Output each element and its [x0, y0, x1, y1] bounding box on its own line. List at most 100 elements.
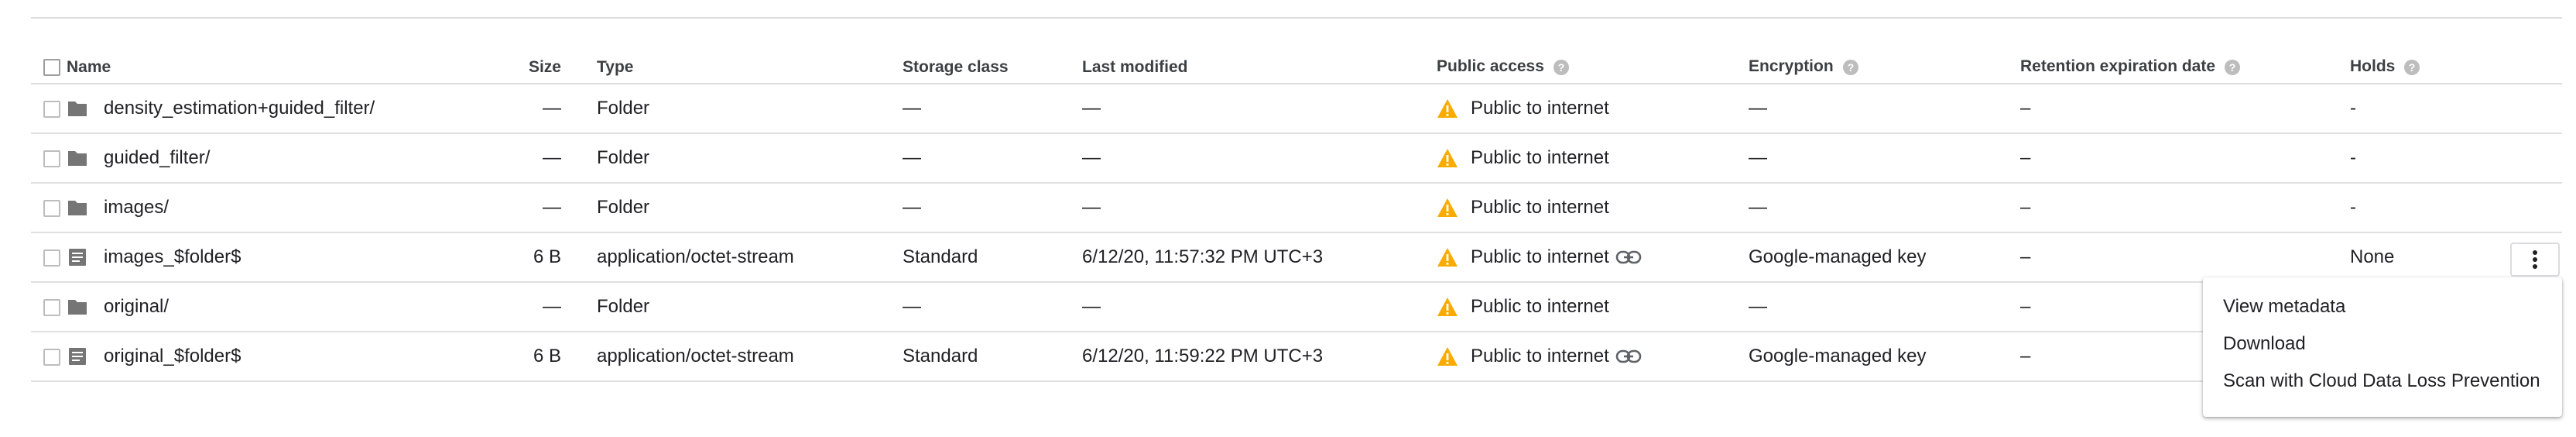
- row-checkbox-cell: [31, 84, 67, 133]
- public-access-cell: Public to internet: [1437, 183, 1749, 232]
- column-header-storage-class[interactable]: Storage class: [903, 51, 1082, 84]
- menu-item-scan-dlp[interactable]: Scan with Cloud Data Loss Prevention: [2203, 363, 2562, 400]
- help-icon[interactable]: ?: [1841, 58, 1860, 77]
- table-header-row: Name Size Type Storage class Last modifi…: [31, 51, 2562, 84]
- last-modified-cell: —: [1082, 197, 1101, 218]
- encryption-cell: —: [1749, 296, 1767, 317]
- type-cell: Folder: [597, 147, 650, 168]
- column-header-holds-label: Holds: [2350, 57, 2396, 76]
- table-row[interactable]: guided_filter/ — Folder — — Public to interne…: [31, 133, 2562, 183]
- name-cell: guided_filter/: [67, 133, 488, 183]
- public-access-cell: Public to internet: [1437, 332, 1749, 381]
- header-divider: [31, 17, 2562, 19]
- table-row[interactable]: images_$folder$ 6 B application/octet-stre…: [31, 232, 2562, 282]
- size-cell: —: [543, 98, 561, 119]
- retention-cell: –: [2020, 197, 2031, 218]
- row-checkbox[interactable]: [43, 249, 60, 267]
- retention-cell: –: [2020, 246, 2031, 267]
- storage-class-cell: —: [903, 296, 921, 317]
- folder-icon: [68, 300, 87, 315]
- header-checkbox-cell: [31, 51, 67, 84]
- row-actions-menu: View metadata Download Scan with Cloud D…: [2203, 277, 2562, 417]
- column-header-size[interactable]: Size: [488, 51, 597, 84]
- public-access-label: Public to internet: [1471, 296, 1609, 317]
- public-access-label: Public to internet: [1471, 346, 1609, 366]
- size-cell: 6 B: [533, 346, 561, 366]
- row-checkbox-cell: [31, 282, 67, 332]
- column-header-holds[interactable]: Holds?: [2350, 51, 2562, 84]
- svg-text:?: ?: [1847, 61, 1854, 74]
- storage-class-cell: —: [903, 98, 921, 119]
- row-checkbox[interactable]: [43, 348, 60, 366]
- link-icon[interactable]: [1615, 349, 1642, 364]
- name-cell: images/: [67, 183, 488, 232]
- column-header-type[interactable]: Type: [597, 51, 903, 84]
- row-checkbox[interactable]: [43, 100, 60, 118]
- size-cell: 6 B: [533, 246, 561, 267]
- row-checkbox[interactable]: [43, 199, 60, 217]
- encryption-cell: —: [1749, 147, 1767, 168]
- holds-cell: -: [2350, 147, 2356, 168]
- column-header-last-modified[interactable]: Last modified: [1082, 51, 1437, 84]
- public-access-label: Public to internet: [1471, 147, 1609, 168]
- holds-cell: -: [2350, 197, 2356, 218]
- row-checkbox-cell: [31, 183, 67, 232]
- menu-item-view-metadata[interactable]: View metadata: [2203, 288, 2562, 325]
- encryption-cell: —: [1749, 197, 1767, 218]
- table-row[interactable]: original/— Folder — — Public to internet — –: [31, 282, 2562, 332]
- warning-icon: [1437, 347, 1458, 366]
- column-header-encryption[interactable]: Encryption?: [1749, 51, 2020, 84]
- warning-icon: [1437, 198, 1458, 217]
- column-header-public-access-label: Public access: [1437, 57, 1544, 76]
- object-name-link[interactable]: images_$folder$: [104, 246, 241, 268]
- warning-icon: [1437, 149, 1458, 167]
- file-icon: [69, 348, 86, 365]
- last-modified-cell: —: [1082, 147, 1101, 168]
- public-access-cell: Public to internet: [1437, 232, 1749, 282]
- column-header-name[interactable]: Name: [67, 51, 488, 84]
- last-modified-cell: —: [1082, 98, 1101, 119]
- object-name-link[interactable]: density_estimation+guided_filter/: [104, 98, 375, 119]
- holds-cell: -: [2350, 98, 2356, 119]
- public-access-cell: Public to internet: [1437, 84, 1749, 133]
- table-row[interactable]: density_estimation+guided_filter/ — Folder…: [31, 84, 2562, 133]
- row-actions-button[interactable]: [2510, 243, 2560, 277]
- svg-text:?: ?: [1558, 61, 1565, 74]
- object-name-link[interactable]: original/: [104, 296, 169, 318]
- warning-icon: [1437, 298, 1458, 316]
- encryption-cell: Google-managed key: [1749, 246, 1927, 267]
- help-icon[interactable]: ?: [2223, 58, 2242, 77]
- warning-icon: [1437, 248, 1458, 267]
- object-name-link[interactable]: original_$folder$: [104, 346, 241, 367]
- type-cell: Folder: [597, 296, 650, 317]
- name-cell: original_$folder$: [67, 332, 488, 381]
- select-all-checkbox[interactable]: [43, 58, 60, 76]
- objects-table: Name Size Type Storage class Last modifi…: [31, 51, 2562, 382]
- column-header-retention[interactable]: Retention expiration date?: [2020, 51, 2350, 84]
- folder-icon: [68, 201, 87, 215]
- name-cell: original/: [67, 282, 488, 332]
- file-icon: [69, 249, 86, 266]
- public-access-cell: Public to internet: [1437, 282, 1749, 332]
- svg-text:?: ?: [2409, 61, 2416, 74]
- size-cell: —: [543, 296, 561, 317]
- object-name-link[interactable]: guided_filter/: [104, 147, 210, 169]
- help-icon[interactable]: ?: [2403, 58, 2421, 77]
- row-checkbox[interactable]: [43, 298, 60, 316]
- link-icon[interactable]: [1615, 249, 1642, 265]
- column-header-public-access[interactable]: Public access?: [1437, 51, 1749, 84]
- row-checkbox-cell: [31, 232, 67, 282]
- menu-item-download[interactable]: Download: [2203, 325, 2562, 363]
- table-row[interactable]: original_$folder$ 6 B application/octet-st…: [31, 332, 2562, 381]
- table-row[interactable]: images/ — Folder — — Public to internet — – -: [31, 183, 2562, 232]
- retention-cell: –: [2020, 147, 2031, 168]
- size-cell: —: [543, 147, 561, 168]
- object-name-link[interactable]: images/: [104, 197, 169, 218]
- encryption-cell: Google-managed key: [1749, 346, 1927, 366]
- row-checkbox[interactable]: [43, 150, 60, 167]
- last-modified-cell: —: [1082, 296, 1101, 317]
- encryption-cell: —: [1749, 98, 1767, 119]
- type-cell: Folder: [597, 197, 650, 218]
- row-checkbox-cell: [31, 332, 67, 381]
- help-icon[interactable]: ?: [1552, 58, 1571, 77]
